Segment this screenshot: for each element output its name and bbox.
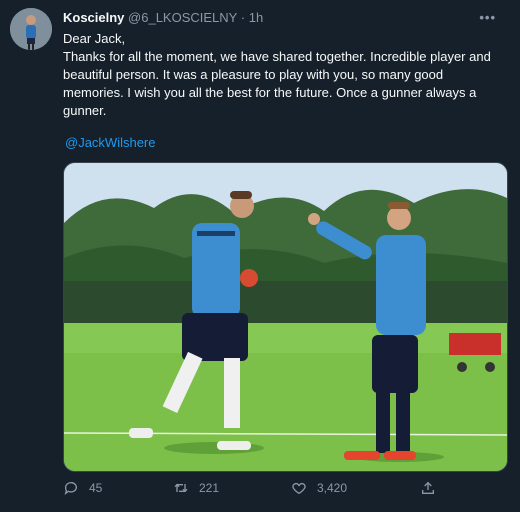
reply-icon [64, 482, 77, 495]
author-name[interactable]: Koscielny [63, 10, 124, 25]
like-button[interactable]: 3,420 [291, 480, 347, 496]
retweet-button[interactable]: 221 [173, 480, 219, 496]
heart-icon [292, 482, 306, 495]
share-button[interactable] [420, 480, 436, 496]
reply-button[interactable]: 45 [63, 480, 102, 496]
author-handle[interactable]: @6_LKOSCIELNY [128, 10, 237, 25]
retweet-count: 221 [199, 481, 220, 495]
reply-count: 45 [89, 481, 103, 495]
tweet-text: Dear Jack, Thanks for all the moment, we… [63, 31, 491, 118]
retweet-icon [174, 483, 188, 493]
tweet-time[interactable]: 1h [249, 10, 263, 25]
share-icon [422, 481, 434, 494]
more-options-icon[interactable]: ••• [479, 10, 496, 25]
tweet-actions: 45 221 3,420 [63, 480, 463, 500]
tweet-image[interactable] [63, 162, 508, 472]
separator: · [240, 10, 246, 25]
mention-link[interactable]: @JackWilshere [65, 135, 156, 150]
like-count: 3,420 [317, 481, 348, 495]
author-avatar[interactable] [10, 8, 52, 50]
tweet-header: Koscielny @6_LKOSCIELNY · 1h ••• [63, 10, 510, 28]
